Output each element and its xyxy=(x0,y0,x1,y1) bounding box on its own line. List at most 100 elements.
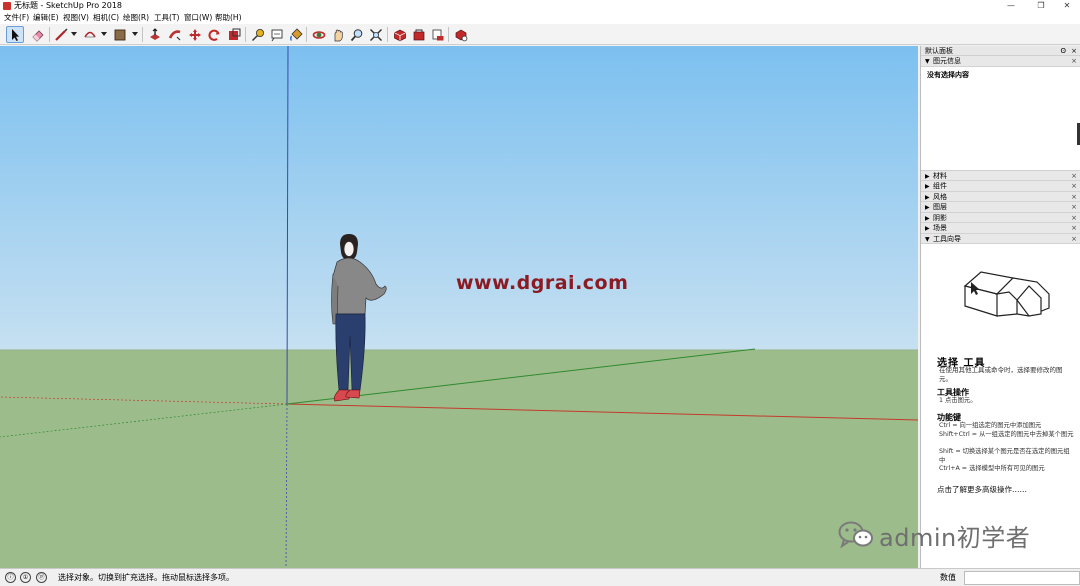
shape-tool-dropdown-icon[interactable] xyxy=(132,32,138,36)
close-button[interactable]: ✕ xyxy=(1052,0,1080,12)
panel-close-icon[interactable]: × xyxy=(1071,213,1077,223)
tape-measure-tool-icon[interactable] xyxy=(249,26,267,43)
expanded-triangle-icon: ▼ xyxy=(925,58,930,65)
tray-close-icon[interactable]: × xyxy=(1071,46,1077,56)
wechat-account-name: admin初学者 xyxy=(879,523,1031,552)
shape-tool-icon[interactable] xyxy=(111,26,129,43)
panel-styles-label: 风格 xyxy=(933,192,947,201)
panel-scenes-label: 场景 xyxy=(933,224,947,232)
collapsed-triangle-icon: ▶ xyxy=(925,204,930,211)
no-selection-text: 没有选择内容 xyxy=(927,70,969,79)
select-tool-icon[interactable] xyxy=(6,26,24,43)
collapsed-triangle-icon: ▶ xyxy=(925,183,930,190)
modifier-ctrl: Ctrl = 向一组选定的图元中添加图元 xyxy=(939,422,1042,429)
instructor-header[interactable]: ▼ 工具向导 × xyxy=(921,233,1080,244)
menu-file[interactable]: 文件(F) xyxy=(4,13,29,23)
instructor-title: 工具向导 xyxy=(933,234,961,243)
scene-canvas[interactable] xyxy=(0,46,918,568)
measurements-label: 数值 xyxy=(940,573,956,582)
menu-camera[interactable]: 相机(C) xyxy=(93,13,119,23)
entity-info-header[interactable]: ▼ 图元信息 × xyxy=(921,56,1080,67)
minimize-button[interactable]: — xyxy=(996,0,1026,12)
toolbar-separator xyxy=(49,27,50,42)
toolbar-separator xyxy=(142,27,143,42)
panel-close-icon[interactable]: × xyxy=(1071,56,1077,66)
layout-send-icon[interactable] xyxy=(429,26,447,43)
panel-components[interactable]: ▶ 组件 × xyxy=(921,181,1080,192)
instructor-body: 选择 工具 在使用其他工具或命令时，选择要修改的图元。 工具操作 1 点击图元。… xyxy=(921,244,1080,534)
menu-edit[interactable]: 编辑(E) xyxy=(33,13,59,23)
extension-manager-icon[interactable] xyxy=(452,26,470,43)
title-bar: 无标题 - SketchUp Pro 2018 — ❐ ✕ xyxy=(0,0,1080,12)
zoom-extents-tool-icon[interactable] xyxy=(367,26,385,43)
collapsed-triangle-icon: ▶ xyxy=(925,172,930,180)
tool-description: 在使用其他工具或命令时，选择要修改的图元。 xyxy=(939,366,1063,383)
panel-close-icon[interactable]: × xyxy=(1071,234,1077,244)
geo-location-icon[interactable]: ⓘ xyxy=(5,572,16,583)
panel-layers-label: 图层 xyxy=(933,203,947,211)
menu-window[interactable]: 窗口(W) xyxy=(184,13,212,23)
watermark-text: www.dgrai.com xyxy=(456,272,629,294)
follow-me-tool-icon[interactable] xyxy=(166,26,184,43)
3d-warehouse-icon[interactable] xyxy=(391,26,409,43)
sketchup-logo-icon xyxy=(3,2,11,10)
modifier-shift: Shift = 切换选择某个图元是否在选定的图元组中 xyxy=(939,448,1070,464)
advanced-operations-link[interactable]: 点击了解更多高级操作…… xyxy=(937,484,1027,495)
panel-close-icon[interactable]: × xyxy=(1071,171,1077,181)
user-account-icon[interactable]: ⓟ xyxy=(36,572,47,583)
eraser-tool-icon[interactable] xyxy=(29,26,47,43)
menu-tools[interactable]: 工具(T) xyxy=(154,13,179,23)
wechat-watermark: admin初学者 xyxy=(838,519,1031,552)
ground xyxy=(0,350,918,568)
entity-info-body: 没有选择内容 xyxy=(921,67,1080,171)
zoom-tool-icon[interactable] xyxy=(348,26,366,43)
status-bar: ⓘ ① ⓟ 选择对象。切换到扩充选择。拖动鼠标选择多项。 数值 xyxy=(0,568,1080,586)
measurements-input[interactable] xyxy=(964,571,1080,585)
toolbar-separator xyxy=(387,27,388,42)
modifier-ctrl-a: Ctrl+A = 选择模型中所有可见的图元 xyxy=(939,465,1045,472)
menu-bar: 文件(F) 编辑(E) 视图(V) 相机(C) 绘图(R) 工具(T) 窗口(W… xyxy=(0,12,1080,24)
select-tool-illustration xyxy=(963,271,1050,317)
menu-view[interactable]: 视图(V) xyxy=(63,13,89,23)
status-hint-text: 选择对象。切换到扩充选择。拖动鼠标选择多项。 xyxy=(58,573,234,582)
paint-bucket-tool-icon[interactable] xyxy=(287,26,305,43)
pin-icon[interactable]: ʘ xyxy=(1060,46,1066,56)
line-tool-dropdown-icon[interactable] xyxy=(71,32,77,36)
operations-text: 1 点击图元。 xyxy=(939,397,977,404)
text-tool-icon[interactable] xyxy=(268,26,286,43)
panel-shadows[interactable]: ▶ 阴影 × xyxy=(921,212,1080,223)
window-title: 无标题 - SketchUp Pro 2018 xyxy=(14,1,122,10)
panel-layers[interactable]: ▶ 图层 × xyxy=(921,202,1080,213)
orbit-tool-icon[interactable] xyxy=(310,26,328,43)
arc-tool-dropdown-icon[interactable] xyxy=(101,32,107,36)
panel-close-icon[interactable]: × xyxy=(1071,181,1077,191)
credits-icon[interactable]: ① xyxy=(20,572,31,583)
scale-tool-icon[interactable] xyxy=(225,26,243,43)
panel-close-icon[interactable]: × xyxy=(1071,192,1077,202)
tray-title: 默认面板 xyxy=(925,47,953,55)
panel-scenes[interactable]: ▶ 场景 × xyxy=(921,223,1080,234)
panel-materials-label: 材料 xyxy=(933,171,947,180)
panel-components-label: 组件 xyxy=(933,182,947,190)
menu-help[interactable]: 帮助(H) xyxy=(215,13,242,23)
panel-close-icon[interactable]: × xyxy=(1071,202,1077,212)
line-tool-icon[interactable] xyxy=(52,26,70,43)
modeling-viewport[interactable]: www.dgrai.com xyxy=(0,46,918,568)
collapsed-triangle-icon: ▶ xyxy=(925,193,930,201)
move-tool-icon[interactable] xyxy=(186,26,204,43)
wechat-icon xyxy=(838,521,873,549)
panel-styles[interactable]: ▶ 风格 × xyxy=(921,191,1080,202)
modifier-shift-ctrl: Shift+Ctrl = 从一组选定的图元中去掉某个图元 xyxy=(939,431,1074,438)
toolbar-separator xyxy=(306,27,307,42)
arc-tool-icon[interactable] xyxy=(81,26,99,43)
pan-tool-icon[interactable] xyxy=(329,26,347,43)
collapsed-triangle-icon: ▶ xyxy=(925,225,930,232)
panel-materials[interactable]: ▶ 材料 × xyxy=(921,170,1080,181)
menu-draw[interactable]: 绘图(R) xyxy=(123,13,149,23)
push-pull-tool-icon[interactable] xyxy=(146,26,164,43)
sky xyxy=(0,46,918,350)
collapsed-triangle-icon: ▶ xyxy=(925,214,930,222)
rotate-tool-icon[interactable] xyxy=(205,26,223,43)
extension-warehouse-icon[interactable] xyxy=(410,26,428,43)
panel-close-icon[interactable]: × xyxy=(1071,223,1077,233)
